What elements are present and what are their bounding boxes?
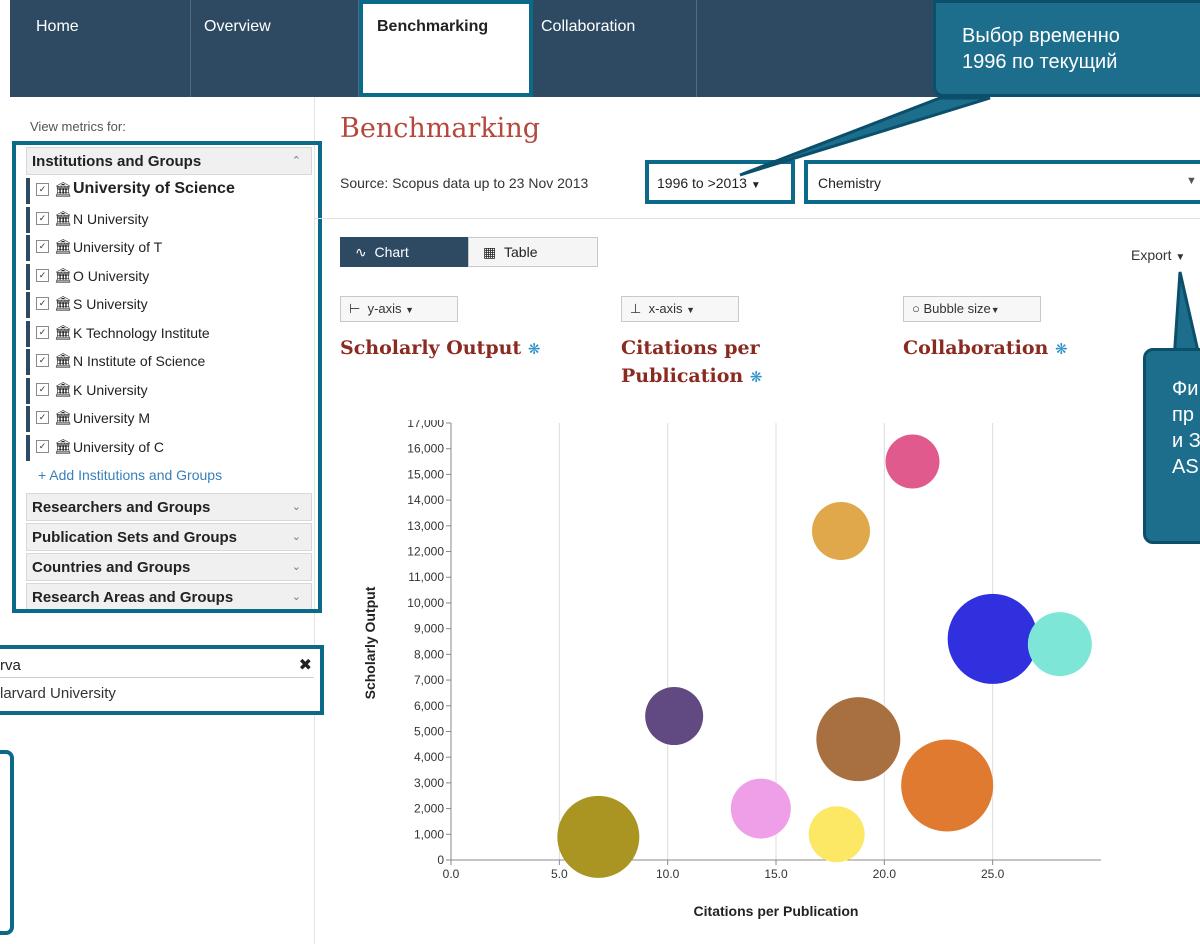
metric-y-label: Scholarly Output — [340, 337, 522, 359]
tab-overview[interactable]: Overview — [204, 0, 271, 97]
nav-left-strip — [0, 0, 10, 97]
x-tick-label: 5.0 — [551, 867, 568, 881]
bubble-icon: ○ — [912, 301, 920, 316]
y-axis-label: y-axis — [367, 301, 402, 316]
table-view-button[interactable]: ▦ Table — [468, 237, 598, 267]
y-tick-label: 9,000 — [414, 622, 444, 636]
table-view-label: Table — [504, 244, 538, 260]
callout-left — [0, 750, 14, 935]
chart-view-button[interactable]: ∿ Chart — [340, 237, 469, 267]
x-tick-label: 15.0 — [764, 867, 788, 881]
page-title: Benchmarking — [340, 113, 540, 144]
callout-export-line3: и З — [1172, 430, 1200, 452]
line-chart-icon: ∿ — [355, 244, 367, 260]
bubble-size-label: Bubble size — [923, 301, 991, 316]
bubble — [645, 687, 704, 746]
bubble-size-dropdown[interactable]: ○ Bubble size▼ — [903, 296, 1041, 322]
search-suggestion[interactable]: larvard University — [0, 685, 116, 702]
tab-benchmarking[interactable]: Benchmarking — [359, 0, 533, 97]
bubble — [947, 593, 1038, 684]
callout-date-line2: 1996 по текущий — [962, 51, 1118, 73]
y-tick-label: 4,000 — [414, 750, 444, 764]
search-input[interactable] — [0, 653, 314, 678]
bubble — [901, 739, 994, 832]
search-panel: ✖ larvard University — [0, 645, 324, 715]
source-note: Source: Scopus data up to 23 Nov 2013 — [340, 175, 589, 191]
callout-date-range: Выбор временно 1996 по текущий — [933, 0, 1200, 97]
tab-collaboration[interactable]: Collaboration — [541, 0, 635, 97]
table-icon: ▦ — [483, 244, 497, 260]
x-tick-label: 10.0 — [656, 867, 680, 881]
y-tick-label: 12,000 — [407, 545, 444, 559]
callout-export-line2: пр — [1172, 404, 1194, 426]
metric-x-label-line1: Citations per — [621, 337, 760, 359]
x-axis-dropdown[interactable]: ⊥ x-axis ▼ — [621, 296, 739, 322]
y-axis-title: Scholarly Output — [362, 586, 378, 699]
metric-size-label: Collaboration — [903, 337, 1049, 359]
callout-export: Фи пр и З AS — [1143, 348, 1200, 544]
y-tick-label: 17,000 — [407, 420, 444, 430]
caret-down-icon: ▼ — [405, 305, 415, 315]
x-tick-label: 20.0 — [873, 867, 897, 881]
y-tick-label: 0 — [437, 853, 444, 867]
bubble — [1027, 612, 1092, 677]
x-tick-label: 0.0 — [443, 867, 460, 881]
y-tick-label: 8,000 — [414, 647, 444, 661]
y-tick-label: 2,000 — [414, 802, 444, 816]
y-tick-label: 13,000 — [407, 519, 444, 533]
x-axis-title: Citations per Publication — [694, 903, 859, 919]
close-icon[interactable]: ✖ — [299, 655, 312, 675]
bubble — [730, 778, 791, 839]
chart-view-label: Chart — [374, 244, 409, 260]
caret-down-icon[interactable]: ▼ — [1186, 175, 1197, 187]
institutions-highlight-frame — [12, 141, 322, 613]
nav-divider — [696, 0, 697, 97]
bubble — [816, 697, 901, 782]
bubble — [557, 795, 640, 878]
axis-icon: ⊢ — [349, 301, 361, 316]
metric-y-title: Scholarly Output ❋ — [340, 334, 540, 363]
y-tick-label: 14,000 — [407, 493, 444, 507]
y-tick-label: 6,000 — [414, 699, 444, 713]
y-tick-label: 10,000 — [407, 596, 444, 610]
divider — [314, 218, 1200, 219]
axis-icon: ⊥ — [630, 301, 642, 316]
y-tick-label: 1,000 — [414, 827, 444, 841]
gear-icon[interactable]: ❋ — [528, 340, 541, 358]
metric-x-label-line2: Publication — [621, 365, 744, 387]
callout-export-line1: Фи — [1172, 378, 1199, 400]
metric-x-title: Citations per Publication ❋ — [621, 334, 762, 391]
gear-icon[interactable]: ❋ — [1055, 340, 1068, 358]
caret-down-icon: ▼ — [686, 305, 696, 315]
nav-divider — [190, 0, 191, 97]
bubble — [812, 501, 870, 560]
metric-size-title: Collaboration ❋ — [903, 334, 1068, 363]
y-tick-label: 3,000 — [414, 776, 444, 790]
callout-export-line4: AS — [1172, 456, 1199, 478]
y-tick-label: 15,000 — [407, 467, 444, 481]
y-tick-label: 11,000 — [408, 570, 444, 584]
gear-icon[interactable]: ❋ — [750, 368, 763, 386]
y-tick-label: 5,000 — [414, 724, 444, 738]
x-axis-label: x-axis — [648, 301, 683, 316]
bubble — [885, 434, 940, 489]
view-metrics-label: View metrics for: — [30, 119, 126, 134]
caret-down-icon: ▼ — [990, 305, 1000, 315]
callout-date-line1: Выбор временно — [962, 25, 1120, 47]
y-axis-dropdown[interactable]: ⊢ y-axis ▼ — [340, 296, 458, 322]
bubble-chart: 0 1,000 2,000 3,000 4,000 5,000 6,000 7,000 8,00… — [362, 420, 1101, 919]
x-tick-label: 25.0 — [981, 867, 1005, 881]
y-tick-label: 7,000 — [414, 673, 444, 687]
y-tick-label: 16,000 — [407, 442, 444, 456]
tab-home[interactable]: Home — [36, 0, 79, 97]
bubble — [808, 806, 865, 863]
